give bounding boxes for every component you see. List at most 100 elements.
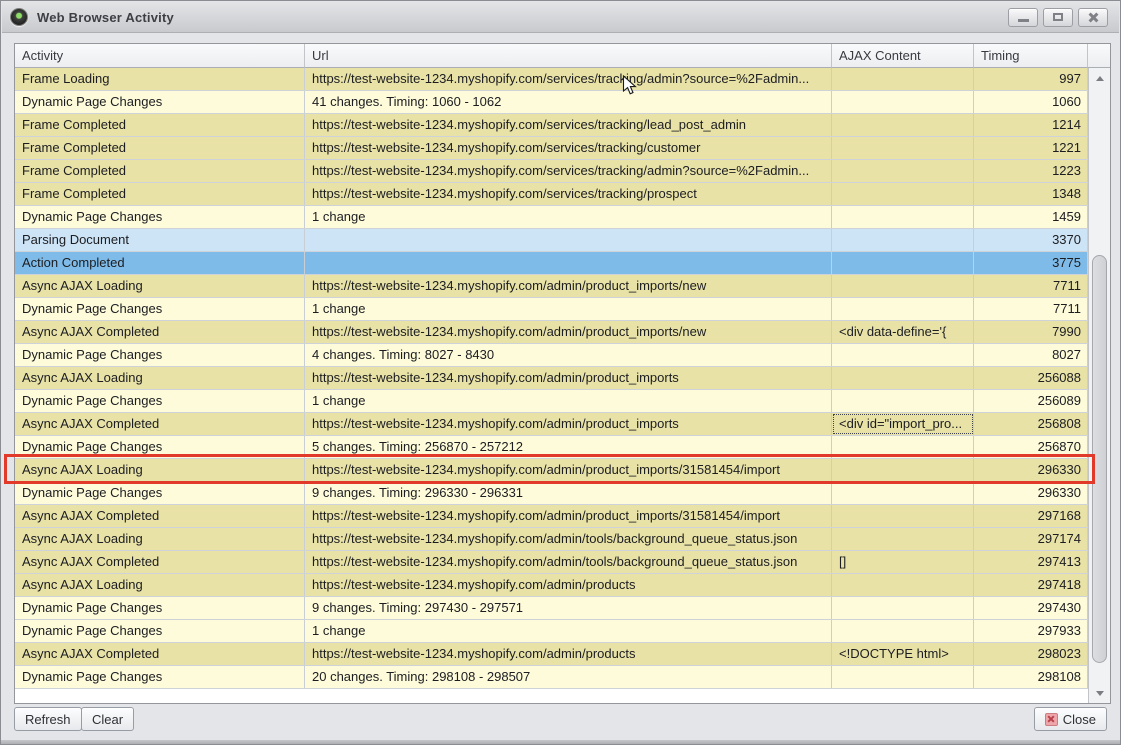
cell-url[interactable]: https://test-website-1234.myshopify.com/…	[305, 183, 832, 205]
table-row[interactable]: Dynamic Page Changes1 change 256089	[15, 390, 1088, 413]
cell-timing[interactable]: 1214	[974, 114, 1088, 136]
table-row[interactable]: Dynamic Page Changes41 changes. Timing: …	[15, 91, 1088, 114]
table-row[interactable]: Parsing Document3370	[15, 229, 1088, 252]
cell-url[interactable]: https://test-website-1234.myshopify.com/…	[305, 367, 832, 389]
cell-activity[interactable]: Dynamic Page Changes	[15, 620, 305, 642]
table-row[interactable]: Frame Completedhttps://test-website-1234…	[15, 114, 1088, 137]
cell-url[interactable]: https://test-website-1234.myshopify.com/…	[305, 528, 832, 550]
cell-url[interactable]: 1 change	[305, 298, 832, 320]
vertical-scrollbar[interactable]	[1088, 68, 1110, 703]
cell-timing[interactable]: 256088	[974, 367, 1088, 389]
cell-url[interactable]: https://test-website-1234.myshopify.com/…	[305, 114, 832, 136]
cell-activity[interactable]: Async AJAX Completed	[15, 321, 305, 343]
cell-ajax[interactable]	[832, 206, 974, 228]
cell-ajax[interactable]	[832, 298, 974, 320]
cell-ajax[interactable]	[832, 183, 974, 205]
table-row[interactable]: Dynamic Page Changes1 change 297933	[15, 620, 1088, 643]
cell-timing[interactable]: 297168	[974, 505, 1088, 527]
cell-timing[interactable]: 3775	[974, 252, 1088, 274]
cell-timing[interactable]: 7711	[974, 298, 1088, 320]
cell-url[interactable]: 9 changes. Timing: 297430 - 297571	[305, 597, 832, 619]
table-row[interactable]: Async AJAX Completedhttps://test-website…	[15, 321, 1088, 344]
column-header-ajax[interactable]: AJAX Content	[832, 44, 974, 68]
cell-url[interactable]: https://test-website-1234.myshopify.com/…	[305, 574, 832, 596]
cell-url[interactable]: 20 changes. Timing: 298108 - 298507	[305, 666, 832, 688]
cell-url[interactable]: https://test-website-1234.myshopify.com/…	[305, 160, 832, 182]
cell-timing[interactable]: 1221	[974, 137, 1088, 159]
cell-activity[interactable]: Dynamic Page Changes	[15, 666, 305, 688]
cell-timing[interactable]: 297418	[974, 574, 1088, 596]
cell-activity[interactable]: Parsing Document	[15, 229, 305, 251]
cell-ajax[interactable]	[832, 91, 974, 113]
scroll-down-button[interactable]	[1089, 683, 1110, 703]
column-header-activity[interactable]: Activity	[15, 44, 305, 68]
close-button[interactable]: Close	[1034, 707, 1107, 731]
cell-activity[interactable]: Async AJAX Loading	[15, 275, 305, 297]
cell-ajax[interactable]: <!DOCTYPE html>	[832, 643, 974, 665]
cell-timing[interactable]: 1348	[974, 183, 1088, 205]
cell-activity[interactable]: Dynamic Page Changes	[15, 390, 305, 412]
table-row[interactable]: Frame Loadinghttps://test-website-1234.m…	[15, 68, 1088, 91]
table-row[interactable]: Async AJAX Loadinghttps://test-website-1…	[15, 459, 1088, 482]
cell-activity[interactable]: Dynamic Page Changes	[15, 298, 305, 320]
table-row[interactable]: Dynamic Page Changes1 change1459	[15, 206, 1088, 229]
table-row[interactable]: Dynamic Page Changes9 changes. Timing: 2…	[15, 482, 1088, 505]
close-window-button[interactable]	[1078, 8, 1108, 27]
table-row[interactable]: Frame Completedhttps://test-website-1234…	[15, 137, 1088, 160]
cell-activity[interactable]: Dynamic Page Changes	[15, 597, 305, 619]
table-row[interactable]: Async AJAX Completedhttps://test-website…	[15, 413, 1088, 436]
cell-timing[interactable]: 1060	[974, 91, 1088, 113]
cell-activity[interactable]: Frame Completed	[15, 183, 305, 205]
cell-activity[interactable]: Frame Completed	[15, 160, 305, 182]
table-row[interactable]: Dynamic Page Changes1 change 7711	[15, 298, 1088, 321]
cell-timing[interactable]: 7990	[974, 321, 1088, 343]
cell-timing[interactable]: 8027	[974, 344, 1088, 366]
cell-activity[interactable]: Async AJAX Completed	[15, 551, 305, 573]
table-row[interactable]: Async AJAX Completedhttps://test-website…	[15, 551, 1088, 574]
cell-url[interactable]: https://test-website-1234.myshopify.com/…	[305, 505, 832, 527]
cell-url[interactable]: 1 change	[305, 390, 832, 412]
cell-activity[interactable]: Frame Loading	[15, 68, 305, 90]
maximize-button[interactable]	[1043, 8, 1073, 27]
cell-ajax[interactable]	[832, 229, 974, 251]
cell-activity[interactable]: Async AJAX Completed	[15, 413, 305, 435]
cell-ajax[interactable]	[832, 390, 974, 412]
cell-ajax[interactable]	[832, 620, 974, 642]
cell-url[interactable]: https://test-website-1234.myshopify.com/…	[305, 68, 832, 90]
scroll-up-button[interactable]	[1089, 68, 1110, 88]
column-header-timing[interactable]: Timing	[974, 44, 1088, 68]
cell-ajax[interactable]	[832, 160, 974, 182]
table-row[interactable]: Frame Completedhttps://test-website-1234…	[15, 160, 1088, 183]
cell-timing[interactable]: 296330	[974, 482, 1088, 504]
cell-url[interactable]	[305, 252, 832, 274]
cell-ajax[interactable]	[832, 482, 974, 504]
table-row[interactable]: Async AJAX Loadinghttps://test-website-1…	[15, 574, 1088, 597]
cell-timing[interactable]: 297413	[974, 551, 1088, 573]
cell-ajax[interactable]	[832, 436, 974, 458]
cell-url[interactable]: https://test-website-1234.myshopify.com/…	[305, 275, 832, 297]
table-row[interactable]: Dynamic Page Changes20 changes. Timing: …	[15, 666, 1088, 689]
cell-timing[interactable]: 256089	[974, 390, 1088, 412]
table-row[interactable]: Async AJAX Loadinghttps://test-website-1…	[15, 528, 1088, 551]
cell-ajax[interactable]	[832, 68, 974, 90]
cell-timing[interactable]: 297933	[974, 620, 1088, 642]
cell-ajax[interactable]	[832, 574, 974, 596]
table-row[interactable]: Dynamic Page Changes5 changes. Timing: 2…	[15, 436, 1088, 459]
cell-ajax[interactable]	[832, 666, 974, 688]
cell-ajax[interactable]	[832, 505, 974, 527]
cell-url[interactable]	[305, 229, 832, 251]
table-row[interactable]: Dynamic Page Changes4 changes. Timing: 8…	[15, 344, 1088, 367]
table-row[interactable]: Async AJAX Completedhttps://test-website…	[15, 505, 1088, 528]
cell-url[interactable]: 1 change	[305, 620, 832, 642]
cell-url[interactable]: https://test-website-1234.myshopify.com/…	[305, 137, 832, 159]
cell-activity[interactable]: Dynamic Page Changes	[15, 482, 305, 504]
minimize-button[interactable]	[1008, 8, 1038, 27]
cell-activity[interactable]: Frame Completed	[15, 114, 305, 136]
cell-url[interactable]: 4 changes. Timing: 8027 - 8430	[305, 344, 832, 366]
cell-url[interactable]: 5 changes. Timing: 256870 - 257212	[305, 436, 832, 458]
cell-ajax[interactable]	[832, 367, 974, 389]
cell-timing[interactable]: 297174	[974, 528, 1088, 550]
cell-url[interactable]: https://test-website-1234.myshopify.com/…	[305, 459, 832, 481]
scrollbar-thumb[interactable]	[1092, 255, 1107, 663]
cell-ajax[interactable]	[832, 344, 974, 366]
